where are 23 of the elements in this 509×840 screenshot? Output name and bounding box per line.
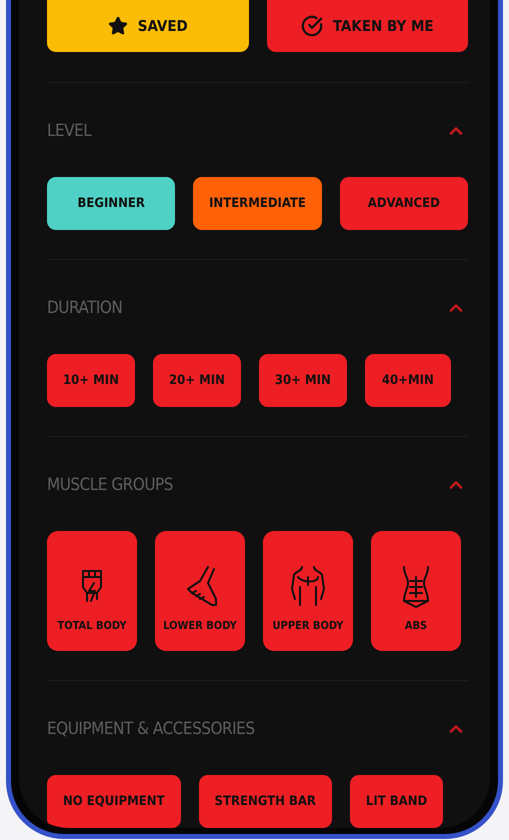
muscle-group-tile[interactable]: LOWER BODY bbox=[155, 531, 245, 651]
muscle-group-tile[interactable]: TOTAL BODY bbox=[47, 531, 137, 651]
filter-chip[interactable]: 10+ MIN bbox=[47, 354, 135, 407]
filter-button[interactable]: TAKEN BY ME bbox=[266, 0, 468, 52]
filter-chip[interactable]: 30+ MIN bbox=[258, 354, 347, 407]
filter-chip[interactable]: NO EQUIPMENT bbox=[47, 775, 181, 828]
section-title: DURATION bbox=[47, 298, 122, 318]
filter-chip[interactable]: 20+ MIN bbox=[152, 354, 241, 407]
torso-icon bbox=[288, 564, 328, 608]
filter-chip[interactable]: BEGINNER bbox=[47, 177, 176, 230]
filter-chip[interactable]: ADVANCED bbox=[340, 177, 468, 230]
section-title: MUSCLE GROUPS bbox=[47, 475, 173, 495]
section-title: EQUIPMENT & ACCESSORIES bbox=[47, 719, 255, 739]
star-icon bbox=[108, 16, 128, 36]
filter-chip[interactable]: 40+MIN bbox=[364, 354, 451, 407]
filter-chip[interactable]: LIT BAND bbox=[350, 775, 444, 828]
check-circle-icon bbox=[300, 15, 323, 37]
filter-button[interactable]: SAVED bbox=[47, 0, 248, 52]
filter-chip[interactable]: INTERMEDIATE bbox=[193, 177, 322, 230]
muscle-group-tile[interactable]: ABS bbox=[371, 531, 461, 651]
muscle-group-tile[interactable]: UPPER BODY bbox=[263, 531, 353, 651]
section-title: LEVEL bbox=[47, 121, 92, 141]
filter-chip[interactable]: STRENGTH BAR bbox=[198, 775, 332, 828]
